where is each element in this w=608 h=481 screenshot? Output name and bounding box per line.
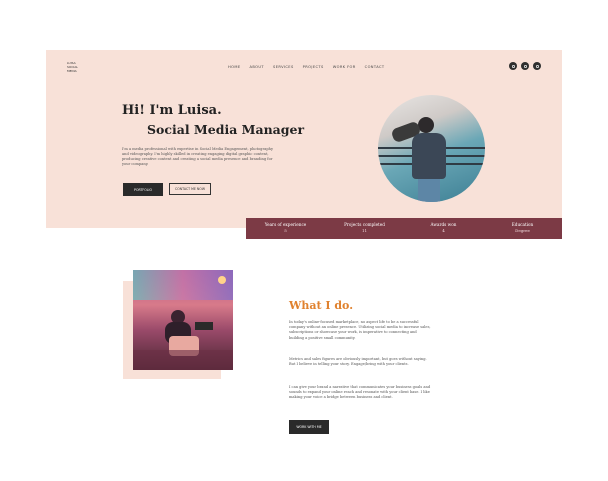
main-nav: HOME ABOUT SERVICES PROJECTS WORK FOR CO… bbox=[228, 65, 385, 69]
stat-value: 5 bbox=[284, 228, 287, 233]
work-photo bbox=[133, 270, 233, 370]
stat-value: Degree bbox=[515, 228, 530, 233]
stat-value: 4 bbox=[442, 228, 445, 233]
pinterest-icon[interactable] bbox=[521, 62, 529, 70]
section-paragraph: I can give your brand a narrative that c… bbox=[289, 385, 431, 400]
photo-floor bbox=[133, 350, 233, 370]
work-with-me-button[interactable]: WORK WITH ME bbox=[289, 420, 329, 434]
contact-me-button[interactable]: CONTACT ME NOW bbox=[169, 183, 211, 195]
stat-item: Years of experience 5 bbox=[246, 218, 325, 239]
hero-intro: I'm a media professional with expertise … bbox=[122, 147, 273, 166]
hero-greeting: Hi! I'm Luisa. bbox=[122, 103, 222, 118]
photo-equipment bbox=[195, 322, 213, 330]
photo-lamp bbox=[218, 276, 226, 284]
portfolio-button[interactable]: PORTFOLIO bbox=[123, 183, 163, 196]
instagram-icon[interactable] bbox=[509, 62, 517, 70]
social-links bbox=[509, 62, 541, 70]
nav-projects[interactable]: PROJECTS bbox=[303, 65, 324, 69]
stat-item: Projects completed 11 bbox=[325, 218, 404, 239]
section-title: What I do. bbox=[289, 299, 354, 312]
photo-lights bbox=[133, 270, 233, 300]
photo-person-legs bbox=[418, 179, 440, 202]
profile-photo bbox=[378, 95, 485, 202]
stats-bar: Years of experience 5 Projects completed… bbox=[246, 218, 562, 239]
section-paragraph: Metrics and sales figures are obviously … bbox=[289, 357, 427, 367]
nav-home[interactable]: HOME bbox=[228, 65, 241, 69]
photo-person-body bbox=[412, 133, 446, 179]
stat-item: Awards won 4 bbox=[404, 218, 483, 239]
section-paragraph: In today's online-focused marketplace, n… bbox=[289, 320, 431, 340]
logo-line: MEDIA bbox=[67, 69, 77, 73]
photo-person-head bbox=[418, 117, 434, 133]
hero-role: Social Media Manager bbox=[147, 122, 305, 137]
site-logo[interactable]: LUISA SOCIAL MEDIA bbox=[67, 61, 87, 73]
nav-about[interactable]: ABOUT bbox=[250, 65, 265, 69]
linkedin-icon[interactable] bbox=[533, 62, 541, 70]
nav-work-for[interactable]: WORK FOR bbox=[333, 65, 356, 69]
stat-item: Education Degree bbox=[483, 218, 562, 239]
nav-services[interactable]: SERVICES bbox=[273, 65, 294, 69]
hero-section bbox=[46, 50, 562, 228]
stat-value: 11 bbox=[361, 228, 368, 233]
nav-contact[interactable]: CONTACT bbox=[365, 65, 385, 69]
